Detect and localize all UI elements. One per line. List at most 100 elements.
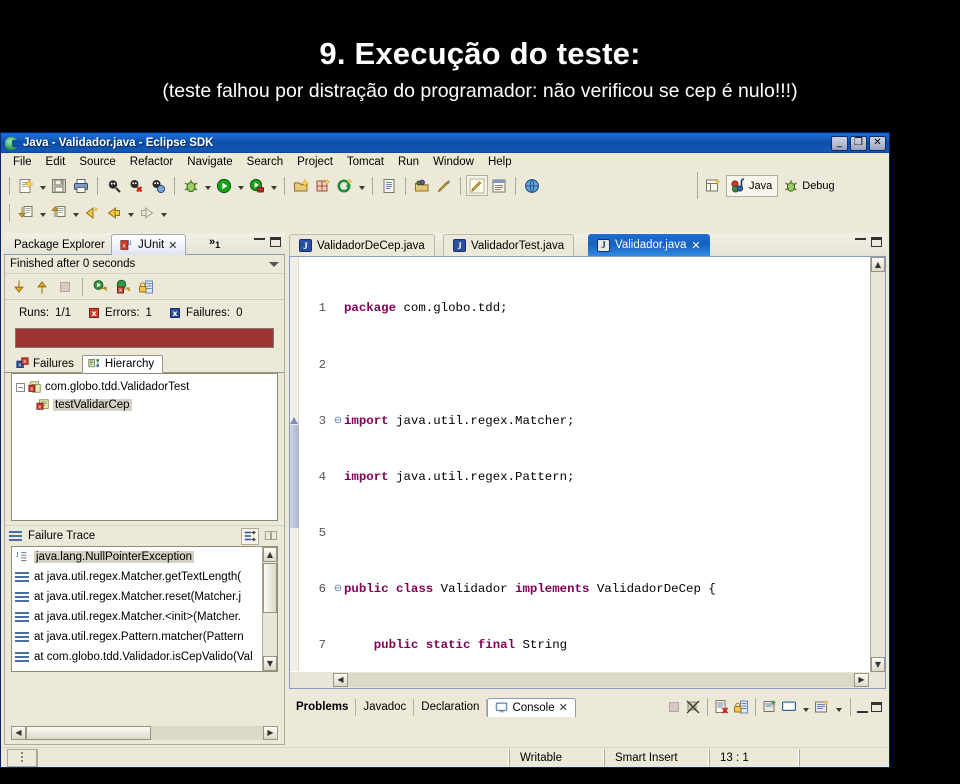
- status-resize-grip[interactable]: [7, 748, 37, 767]
- menu-item-window[interactable]: Window: [426, 155, 481, 169]
- run-dropdown-icon[interactable]: [235, 175, 246, 196]
- display-console-dropdown-icon[interactable]: [800, 699, 811, 715]
- remove-all-terminated-icon[interactable]: [685, 699, 701, 715]
- rerun-test-icon[interactable]: [92, 279, 108, 295]
- minimize-view-icon[interactable]: [857, 710, 868, 713]
- fold-marker[interactable]: [332, 468, 344, 487]
- minimize-editor-icon[interactable]: [855, 237, 866, 240]
- code-viewport[interactable]: 1 package com.globo.tdd; 2 3 ⊖ import java.…: [290, 257, 869, 671]
- tab-javadoc[interactable]: Javadoc: [356, 699, 415, 716]
- fold-marker[interactable]: [332, 299, 344, 318]
- new-wizard-dropdown-icon[interactable]: [37, 175, 48, 196]
- external-tools-icon[interactable]: [246, 175, 268, 196]
- scroll-up-icon[interactable]: ▲: [263, 547, 277, 562]
- debug-dropdown-icon[interactable]: [202, 175, 213, 196]
- restore-button[interactable]: ❐: [850, 135, 867, 151]
- editor-vertical-scrollbar[interactable]: ▲ ▼: [870, 257, 885, 672]
- save-icon[interactable]: [48, 175, 70, 196]
- scroll-lock-icon[interactable]: [138, 279, 154, 295]
- fold-marker[interactable]: ⊖: [332, 580, 344, 599]
- close-button[interactable]: ✕: [869, 135, 886, 151]
- back-dropdown-icon[interactable]: [125, 202, 136, 223]
- editor-horizontal-scrollbar[interactable]: ◀ ▶: [290, 672, 885, 688]
- forward-icon[interactable]: [136, 202, 158, 223]
- open-type-icon[interactable]: [411, 175, 433, 196]
- list-item[interactable]: J java.lang.NullPointerException: [12, 547, 277, 567]
- forward-dropdown-icon[interactable]: [158, 202, 169, 223]
- new-class-icon[interactable]: [334, 175, 356, 196]
- last-edit-location-icon[interactable]: [81, 202, 103, 223]
- minimize-view-icon[interactable]: [254, 237, 265, 240]
- list-item[interactable]: at java.util.regex.Matcher.<init>(Matche…: [12, 607, 277, 627]
- back-icon[interactable]: [103, 202, 125, 223]
- scrollbar-track[interactable]: [26, 726, 263, 740]
- list-item[interactable]: at com.globo.tdd.Validador.isCepValido(V…: [12, 647, 277, 667]
- open-perspective-icon[interactable]: [702, 176, 724, 197]
- scrollbar-thumb[interactable]: [26, 726, 151, 740]
- list-item[interactable]: at java.util.regex.Matcher.getTextLength…: [12, 567, 277, 587]
- collapse-icon[interactable]: –: [16, 382, 25, 392]
- tab-problems[interactable]: Problems: [289, 699, 357, 716]
- compare-result-icon[interactable]: [262, 528, 280, 545]
- perspective-debug[interactable]: Debug: [780, 176, 839, 196]
- marker-bar[interactable]: [290, 257, 299, 671]
- tab-failures[interactable]: xx Failures: [11, 356, 82, 372]
- list-item[interactable]: at java.util.regex.Matcher.reset(Matcher…: [12, 587, 277, 607]
- menu-item-search[interactable]: Search: [240, 155, 290, 169]
- next-annotation-icon[interactable]: [15, 202, 37, 223]
- fold-marker[interactable]: [332, 636, 344, 655]
- search-previous-icon[interactable]: [147, 175, 169, 196]
- minimize-button[interactable]: _: [831, 135, 848, 151]
- fold-marker[interactable]: [332, 524, 344, 543]
- tab-validadordecep-java[interactable]: J ValidadorDeCep.java: [289, 234, 435, 256]
- maximize-editor-icon[interactable]: [871, 237, 882, 247]
- new-package-icon[interactable]: [312, 175, 334, 196]
- list-item[interactable]: at com.globo.tdd.ValidadorTest.testValid…: [12, 667, 277, 671]
- menu-item-project[interactable]: Project: [290, 155, 340, 169]
- clear-console-icon[interactable]: [714, 699, 730, 715]
- fold-marker[interactable]: ⊖: [332, 412, 344, 431]
- tab-validadortest-java[interactable]: J ValidadorTest.java: [443, 234, 575, 256]
- code-editor[interactable]: 1 package com.globo.tdd; 2 3 ⊖ import java.…: [289, 256, 886, 689]
- search-java-icon[interactable]: [103, 175, 125, 196]
- print-icon[interactable]: [70, 175, 92, 196]
- scroll-down-icon[interactable]: ▼: [871, 657, 885, 672]
- debug-icon[interactable]: [180, 175, 202, 196]
- menu-item-file[interactable]: File: [6, 155, 39, 169]
- display-selected-console-icon[interactable]: [781, 699, 797, 715]
- scrollbar-track[interactable]: [348, 673, 854, 687]
- menu-item-refactor[interactable]: Refactor: [123, 155, 180, 169]
- menu-item-edit[interactable]: Edit: [39, 155, 73, 169]
- open-browser-icon[interactable]: [521, 175, 543, 196]
- maximize-view-icon[interactable]: [270, 237, 281, 247]
- fold-marker[interactable]: [332, 356, 344, 375]
- run-icon[interactable]: [213, 175, 235, 196]
- filter-stack-trace-icon[interactable]: [241, 527, 259, 545]
- tab-package-explorer[interactable]: Package Explorer: [6, 234, 113, 255]
- show-whitespace-icon[interactable]: [488, 175, 510, 196]
- close-icon[interactable]: ✕: [559, 701, 568, 714]
- external-tools-dropdown-icon[interactable]: [268, 175, 279, 196]
- scroll-left-icon[interactable]: ◀: [333, 673, 348, 687]
- close-icon[interactable]: ✕: [168, 239, 177, 252]
- tree-row[interactable]: x testValidarCep: [12, 396, 277, 414]
- scroll-left-icon[interactable]: ◀: [11, 726, 26, 740]
- scroll-right-icon[interactable]: ▶: [263, 726, 278, 740]
- previous-annotation-icon[interactable]: [48, 202, 70, 223]
- failure-trace-list[interactable]: J java.lang.NullPointerException at java…: [11, 546, 278, 672]
- scroll-up-icon[interactable]: ▲: [871, 257, 885, 272]
- open-task-icon[interactable]: [378, 175, 400, 196]
- maximize-view-icon[interactable]: [871, 702, 882, 712]
- toggle-mark-occurrences-icon[interactable]: [466, 175, 488, 196]
- scrollbar-thumb[interactable]: [263, 563, 277, 613]
- menu-item-run[interactable]: Run: [391, 155, 426, 169]
- open-console-dropdown-icon[interactable]: [833, 699, 844, 715]
- menu-item-tomcat[interactable]: Tomcat: [340, 155, 391, 169]
- pin-console-icon[interactable]: [762, 699, 778, 715]
- rerun-failed-first-icon[interactable]: x: [115, 279, 131, 295]
- menu-item-source[interactable]: Source: [72, 155, 122, 169]
- scroll-lock-icon[interactable]: [733, 699, 749, 715]
- open-console-icon[interactable]: [814, 699, 830, 715]
- search-remove-icon[interactable]: [125, 175, 147, 196]
- stop-icon[interactable]: [57, 279, 73, 295]
